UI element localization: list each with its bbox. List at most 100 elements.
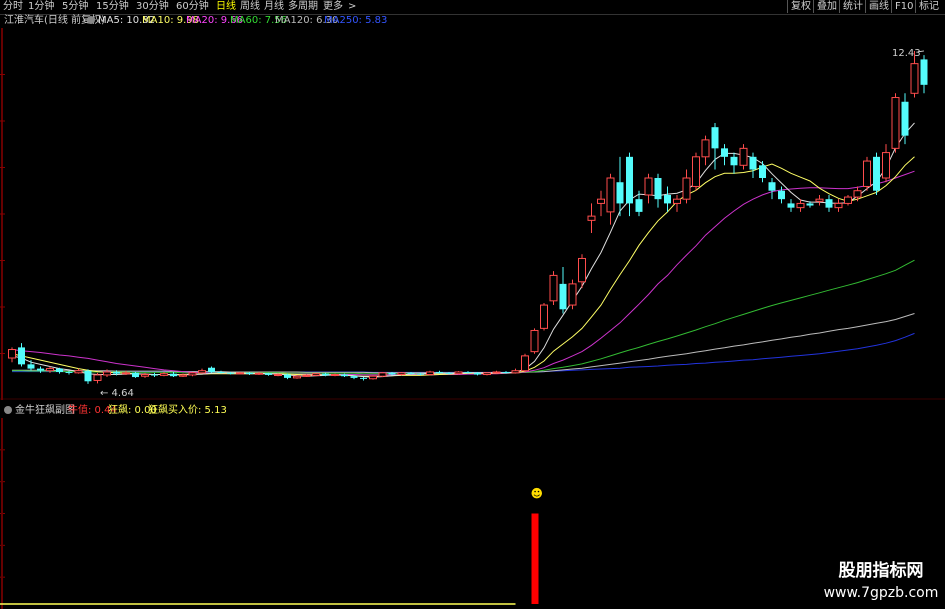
- candle-body: [179, 374, 187, 377]
- candle-body: [160, 373, 168, 376]
- adjust-button[interactable]: 复权: [787, 0, 814, 13]
- candle-body: [778, 190, 785, 200]
- tab-15min[interactable]: 15分钟: [96, 0, 129, 14]
- ma120-line: [12, 313, 915, 374]
- candle-body: [768, 182, 776, 191]
- candle-body: [331, 374, 339, 377]
- settings-circle-icon[interactable]: [87, 14, 95, 28]
- f10-button[interactable]: F10: [891, 0, 916, 13]
- candle-body: [568, 283, 577, 306]
- candle-body: [920, 59, 928, 85]
- candle-body: [787, 203, 795, 208]
- indicator-chart[interactable]: 16.176 ☻: [0, 418, 945, 609]
- candle-body: [540, 304, 548, 329]
- candle-body: [635, 199, 643, 212]
- candle-body: [559, 283, 567, 310]
- candle-body: [407, 372, 415, 374]
- candle-body: [749, 156, 757, 170]
- candle-body: [464, 371, 472, 373]
- tab-30min[interactable]: 30分钟: [136, 0, 169, 14]
- high-price-label: 12.43: [892, 48, 921, 59]
- candle-body: [834, 202, 843, 209]
- candle-body: [227, 372, 234, 374]
- candle-body: [626, 156, 633, 204]
- candle-body: [502, 371, 510, 373]
- candle-body: [426, 371, 434, 376]
- candle-body: [815, 198, 824, 202]
- ma250-label: MA250: 5.83: [324, 15, 388, 26]
- candle-body: [806, 203, 814, 206]
- candle-body: [37, 368, 44, 371]
- watermark-title: 股朋指标网: [838, 561, 924, 581]
- watermark: 股朋指标网 www.7gpzb.com: [821, 559, 941, 607]
- candle-body: [113, 371, 120, 374]
- candle-body: [255, 372, 263, 375]
- candle-body: [891, 97, 900, 149]
- candle-body: [474, 372, 481, 375]
- candle-body: [863, 160, 871, 187]
- tab-more[interactable]: 更多: [323, 0, 343, 14]
- candle-body: [65, 371, 73, 373]
- candle-body: [692, 156, 700, 187]
- candle-body: [322, 373, 329, 376]
- tab-monthly[interactable]: 月线: [264, 0, 284, 14]
- candle-body: [796, 202, 805, 209]
- surge-buy-price-label: 狂飙买入价: 5.13: [148, 405, 227, 416]
- candle-body: [844, 196, 852, 204]
- watermark-url: www.7gpzb.com: [823, 585, 939, 601]
- candle-body: [711, 127, 719, 149]
- candle-body: [360, 377, 367, 379]
- candle-body: [682, 177, 691, 200]
- candle-body: [341, 374, 348, 377]
- stats-button[interactable]: 统计: [839, 0, 866, 13]
- candle-body: [388, 372, 396, 375]
- tab-1min[interactable]: 1分钟: [28, 0, 54, 14]
- tab-60min[interactable]: 60分钟: [176, 0, 209, 14]
- draw-button[interactable]: 画线: [865, 0, 892, 13]
- candle-body: [208, 367, 215, 372]
- tab-weekly[interactable]: 周线: [240, 0, 260, 14]
- candle-body: [454, 371, 463, 375]
- candle-body: [436, 371, 443, 373]
- candle-body: [730, 156, 738, 166]
- candle-body: [644, 177, 653, 196]
- mark-button[interactable]: 标记: [915, 0, 942, 13]
- candle-body: [417, 373, 424, 375]
- candlestick-chart[interactable]: 12.43 ← 4.64: [0, 28, 945, 400]
- tab-5min[interactable]: 5分钟: [62, 0, 88, 14]
- candle-body: [141, 374, 149, 377]
- candle-body: [606, 177, 615, 213]
- candle-body: [664, 194, 671, 204]
- tab-daily[interactable]: 日线: [216, 0, 236, 14]
- candle-body: [122, 372, 130, 375]
- candle-body: [350, 376, 358, 378]
- candle-body: [151, 374, 158, 376]
- candle-body: [8, 349, 16, 359]
- candle-body: [492, 371, 501, 374]
- candle-body: [578, 257, 586, 283]
- candle-body: [853, 190, 862, 198]
- candle-body: [236, 372, 244, 375]
- ma60-line: [12, 259, 915, 375]
- candle-body: [654, 178, 662, 200]
- candle-body: [93, 374, 102, 381]
- candle-body: [378, 372, 387, 377]
- overlay-button[interactable]: 叠加: [813, 0, 840, 13]
- tab-intraday[interactable]: 分时: [3, 0, 23, 14]
- candle-body: [84, 370, 92, 382]
- smiley-marker-icon: ☻: [531, 487, 544, 501]
- more-arrow-icon[interactable]: >: [348, 0, 356, 14]
- candle-body: [873, 156, 880, 191]
- tab-multi-period[interactable]: 多周期: [288, 0, 318, 14]
- candle-body: [170, 373, 177, 377]
- candle-body: [293, 375, 301, 379]
- candle-body: [721, 148, 728, 157]
- candle-body: [530, 329, 539, 353]
- low-price-label: ← 4.64: [100, 388, 134, 399]
- candle-body: [673, 198, 681, 204]
- indicator-settings-icon[interactable]: [4, 404, 12, 418]
- candle-body: [132, 372, 139, 378]
- candle-body: [901, 101, 909, 136]
- candle-body: [274, 374, 282, 377]
- candle-body: [549, 274, 558, 302]
